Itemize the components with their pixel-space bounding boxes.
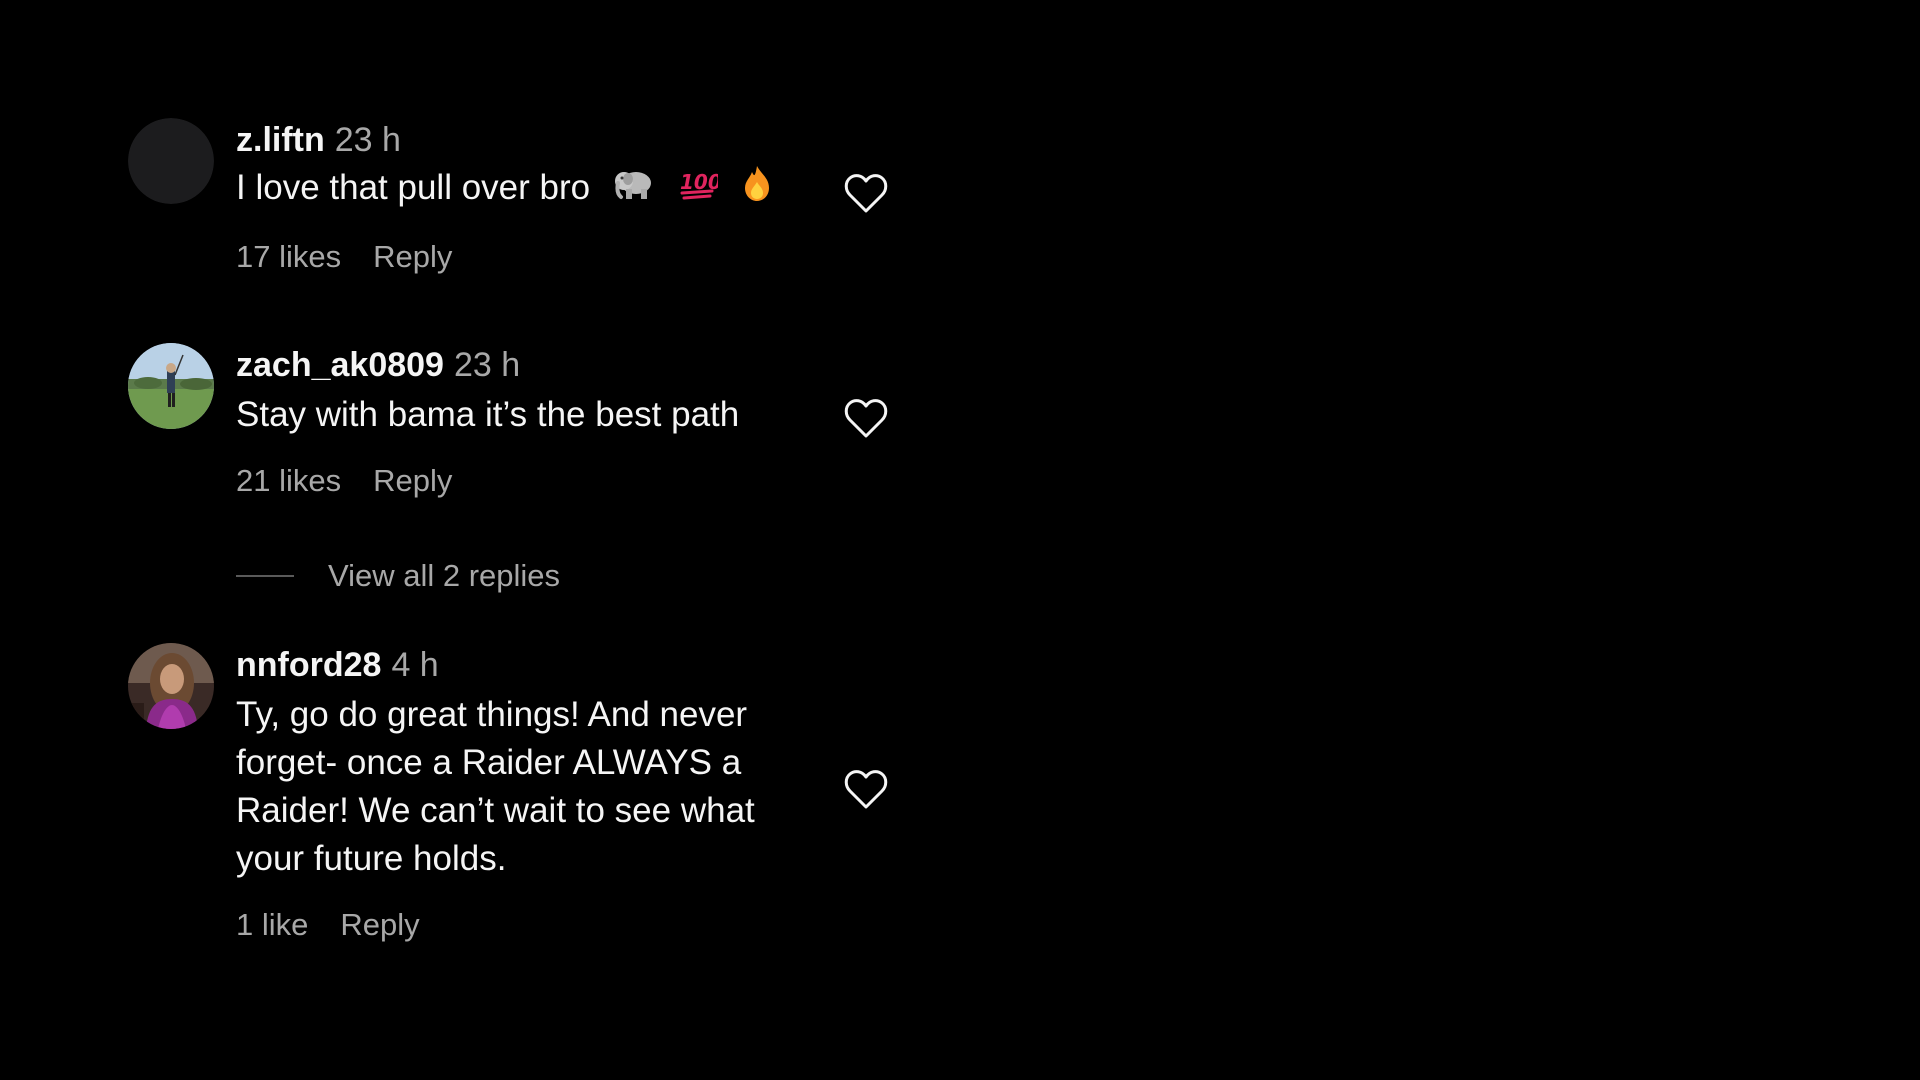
- reply-button[interactable]: Reply: [373, 463, 452, 498]
- comment-text-line: your future holds.: [236, 839, 507, 878]
- username[interactable]: zach_ak0809: [236, 346, 444, 384]
- hundred-points-emoji-icon: 100: [678, 166, 721, 214]
- comment-text-line: Ty, go do great things! And never: [236, 695, 748, 734]
- likes-count[interactable]: 1 like: [236, 907, 308, 942]
- comment-meta: 21 likes Reply: [236, 461, 796, 501]
- avatar[interactable]: [128, 118, 214, 204]
- comment-text-line: forget- once a Raider ALWAYS a: [236, 743, 742, 782]
- replies-divider-line: [236, 575, 294, 577]
- comment-header: zach_ak0809 23 h: [236, 343, 796, 387]
- timestamp: 23 h: [453, 346, 521, 384]
- comment-text: Stay with bama it’s the best path: [236, 395, 740, 434]
- comment-text: Ty, go do great things! And never forget…: [236, 691, 796, 883]
- comment-header: nnford28 4 h: [236, 643, 796, 687]
- timestamp: 4 h: [391, 646, 439, 684]
- heart-outline-icon[interactable]: [844, 770, 888, 810]
- fire-emoji-icon: [741, 164, 773, 215]
- comment-text-line: Raider! We can’t wait to see what: [236, 791, 755, 830]
- reply-button[interactable]: Reply: [340, 907, 419, 942]
- comment-text-content: I love that pull over bro: [236, 168, 591, 207]
- comment-body: zach_ak0809 23 h Stay with bama it’s the …: [236, 343, 796, 501]
- elephant-emoji-icon: [614, 166, 654, 214]
- comment-item: nnford28 4 h Ty, go do great things! And …: [128, 643, 908, 943]
- comment-text: I love that pull over bro 100: [236, 164, 796, 215]
- avatar[interactable]: [128, 643, 214, 729]
- comment-item: zach_ak0809 23 h Stay with bama it’s the …: [128, 343, 908, 513]
- timestamp: 23 h: [334, 121, 401, 159]
- heart-outline-icon[interactable]: [844, 174, 888, 214]
- comment-header: z.liftn 23 h: [236, 118, 796, 162]
- comment-item: z.liftn 23 h I love that pull over bro 1…: [128, 118, 908, 288]
- comments-panel: z.liftn 23 h I love that pull over bro 1…: [0, 0, 1920, 1080]
- comment-meta: 17 likes Reply: [236, 237, 796, 277]
- username[interactable]: z.liftn: [236, 121, 325, 159]
- username[interactable]: nnford28: [236, 646, 381, 684]
- view-replies-label: View all 2 replies: [328, 558, 561, 593]
- reply-button[interactable]: Reply: [373, 239, 452, 274]
- comment-meta: 1 like Reply: [236, 905, 796, 945]
- comment-body: nnford28 4 h Ty, go do great things! And …: [236, 643, 796, 945]
- likes-count[interactable]: 17 likes: [236, 239, 341, 274]
- avatar[interactable]: [128, 343, 214, 429]
- heart-outline-icon[interactable]: [844, 399, 888, 439]
- likes-count[interactable]: 21 likes: [236, 463, 341, 498]
- view-replies-button[interactable]: View all 2 replies: [236, 556, 560, 596]
- comment-body: z.liftn 23 h I love that pull over bro 1…: [236, 118, 796, 277]
